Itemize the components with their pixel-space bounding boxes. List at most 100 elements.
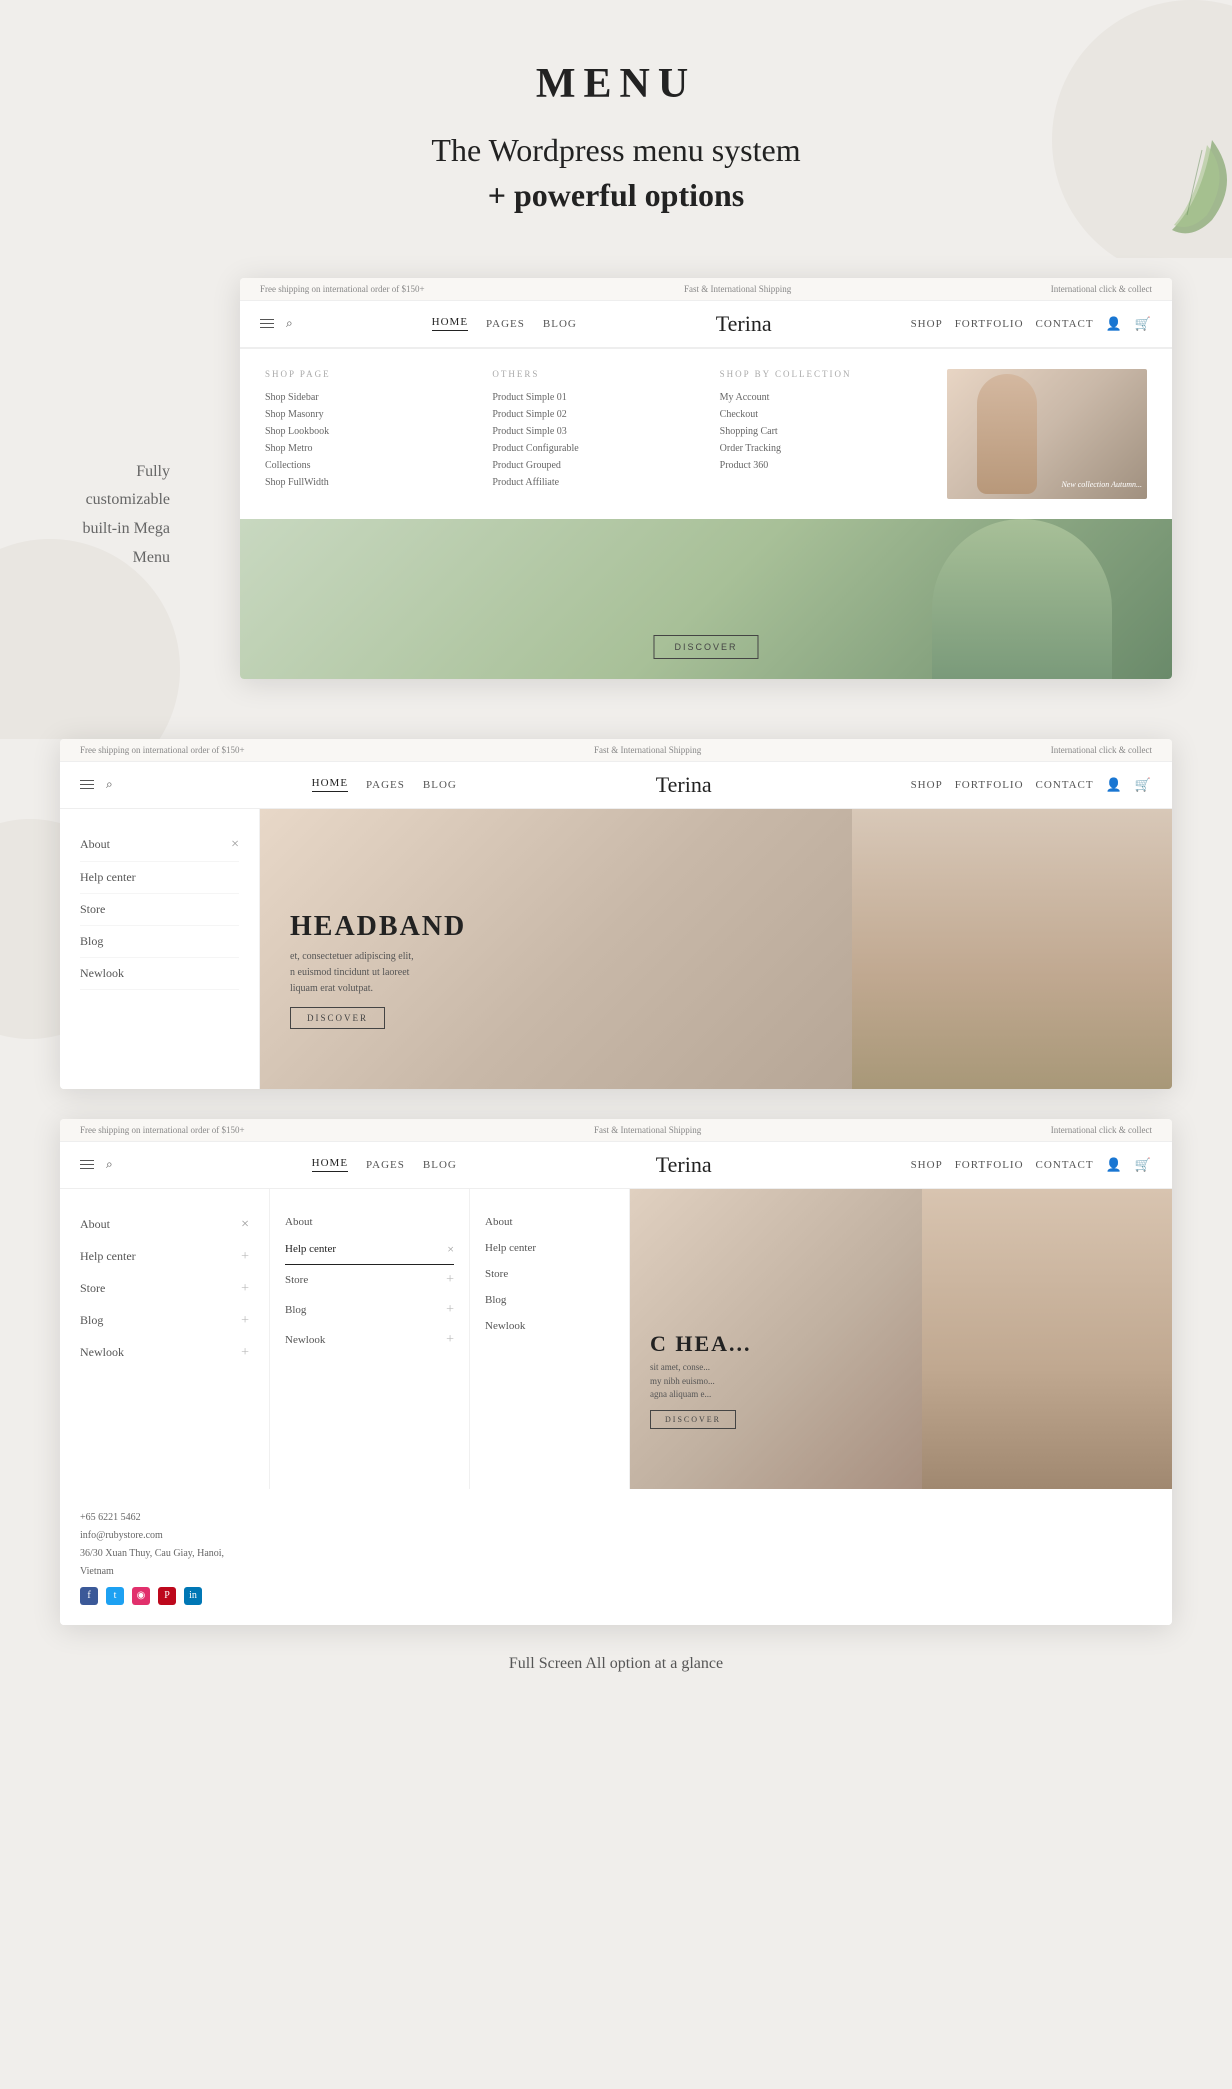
nav-right-2: SHOP FORTFOLIO CONTACT 👤 🛒: [911, 777, 1152, 793]
hamburger-icon-1[interactable]: [260, 319, 274, 328]
sidebar-helpcenter[interactable]: Help center: [80, 862, 239, 894]
user-icon-3[interactable]: 👤: [1106, 1157, 1123, 1173]
cart-icon-1[interactable]: 🛒: [1135, 316, 1152, 332]
nav-contact-3[interactable]: CONTACT: [1036, 1159, 1094, 1171]
fs-newlook-1[interactable]: Newlook +: [80, 1337, 249, 1369]
search-icon-1[interactable]: ⌕: [286, 316, 293, 331]
fs-helpcenter-1[interactable]: Help center +: [80, 1241, 249, 1273]
search-icon-3[interactable]: ⌕: [106, 1157, 113, 1172]
nav-left-1: ⌕: [260, 316, 293, 331]
discover-btn-2[interactable]: DISCOVER: [290, 1007, 385, 1029]
close-fs-btn[interactable]: ×: [241, 1217, 249, 1233]
fullscreen-section: Free shipping on international order of …: [0, 1099, 1232, 1625]
navbar-1: ⌕ HOME PAGES BLOG Terina SHOP FORTFOLIO …: [240, 301, 1172, 348]
fs-about-1[interactable]: About ×: [80, 1209, 249, 1241]
nav-blog-3[interactable]: BLOG: [423, 1159, 457, 1171]
mega-menu-section: Fully customizable built-in Mega Menu Fr…: [0, 258, 1232, 739]
pinterest-icon-1[interactable]: P: [158, 1587, 176, 1605]
social-icons-1: f t ◉ P in: [80, 1587, 250, 1605]
nav-links-1: HOME PAGES BLOG: [432, 316, 577, 331]
fs-blog-2[interactable]: Blog +: [285, 1295, 454, 1325]
fs-store-3[interactable]: Store: [485, 1261, 614, 1287]
nav-portfolio-2[interactable]: FORTFOLIO: [955, 779, 1024, 791]
person-shape-1: [977, 374, 1037, 494]
search-icon-2[interactable]: ⌕: [106, 777, 113, 792]
hero-section: MENU The Wordpress menu system + powerfu…: [0, 0, 1232, 258]
collapse-helpcenter-2[interactable]: ×: [447, 1242, 454, 1257]
sidebar-newlook[interactable]: Newlook: [80, 958, 239, 990]
contact-phone-1: +65 6221 5462: [80, 1509, 250, 1527]
sidebar-store[interactable]: Store: [80, 894, 239, 926]
nav-blog-1[interactable]: BLOG: [543, 318, 577, 330]
expand-store-2[interactable]: +: [446, 1272, 454, 1288]
nav-contact-1[interactable]: CONTACT: [1036, 318, 1094, 330]
fs-store-1[interactable]: Store +: [80, 1273, 249, 1305]
browser-mockup-3: Free shipping on international order of …: [60, 1119, 1172, 1625]
hero-subtitle: The Wordpress menu system + powerful opt…: [20, 128, 1212, 218]
fs-store-2[interactable]: Store +: [285, 1265, 454, 1295]
nav-shop-2[interactable]: SHOP: [911, 779, 943, 791]
fs-blog-3[interactable]: Blog: [485, 1287, 614, 1313]
fs-sidebar-col1: About × Help center + Store + Blog +: [60, 1189, 270, 1489]
discover-btn-1[interactable]: DISCOVER: [653, 635, 758, 659]
fs-hero-text: C HEA... sit amet, conse... my nibh euis…: [650, 1331, 752, 1429]
nav-right-3: SHOP FORTFOLIO CONTACT 👤 🛒: [911, 1157, 1152, 1173]
fs-helpcenter-2[interactable]: Help center ×: [285, 1235, 454, 1265]
sidebar-about[interactable]: About ×: [80, 829, 239, 862]
big-hero-text: HEADBAND et, consectetuer adipiscing eli…: [290, 911, 466, 1029]
nav-portfolio-3[interactable]: FORTFOLIO: [955, 1159, 1024, 1171]
fs-newlook-2[interactable]: Newlook +: [285, 1325, 454, 1355]
page-title: MENU: [20, 60, 1212, 108]
instagram-icon-1[interactable]: ◉: [132, 1587, 150, 1605]
big-hero-2: HEADBAND et, consectetuer adipiscing eli…: [260, 809, 1172, 1089]
bottom-caption: Full Screen All option at a glance: [0, 1625, 1232, 1713]
nav-blog-2[interactable]: BLOG: [423, 779, 457, 791]
leaf-deco: [1152, 140, 1232, 265]
hamburger-icon-2[interactable]: [80, 780, 94, 789]
facebook-icon-1[interactable]: f: [80, 1587, 98, 1605]
nav-contact-2[interactable]: CONTACT: [1036, 779, 1094, 791]
user-icon-2[interactable]: 👤: [1106, 777, 1123, 793]
expand-newlook-1[interactable]: +: [241, 1345, 249, 1361]
nav-pages-3[interactable]: PAGES: [366, 1159, 405, 1171]
contact-address-1: 36/30 Xuan Thuy, Cau Giay, Hanoi, Vietna…: [80, 1545, 250, 1581]
discover-btn-3[interactable]: DISCOVER: [650, 1410, 736, 1429]
nav-home-2[interactable]: HOME: [312, 777, 348, 792]
nav-home-3[interactable]: HOME: [312, 1157, 348, 1172]
expand-helpcenter-1[interactable]: +: [241, 1249, 249, 1265]
hamburger-icon-3[interactable]: [80, 1160, 94, 1169]
user-icon-1[interactable]: 👤: [1106, 316, 1123, 332]
topbar-1: Free shipping on international order of …: [240, 278, 1172, 301]
expand-blog-2[interactable]: +: [446, 1302, 454, 1318]
fs-sidebar-col2: About Help center × Store + Blog +: [270, 1189, 470, 1489]
twitter-icon-1[interactable]: t: [106, 1587, 124, 1605]
fs-newlook-3[interactable]: Newlook: [485, 1313, 614, 1339]
cart-icon-2[interactable]: 🛒: [1135, 777, 1152, 793]
nav-pages-1[interactable]: PAGES: [486, 318, 525, 330]
nav-shop-3[interactable]: SHOP: [911, 1159, 943, 1171]
fs-blog-1[interactable]: Blog +: [80, 1305, 249, 1337]
contact-info-main: [470, 1489, 1172, 1625]
fs-helpcenter-3[interactable]: Help center: [485, 1235, 614, 1261]
fs-about-2[interactable]: About: [285, 1209, 454, 1235]
brand-logo-1: Terina: [716, 311, 772, 337]
mega-col-others: OTHERS Product Simple 01 Product Simple …: [492, 369, 689, 499]
fs-about-3[interactable]: About: [485, 1209, 614, 1235]
expand-newlook-2[interactable]: +: [446, 1332, 454, 1348]
nav-shop-1[interactable]: SHOP: [911, 318, 943, 330]
nav-home-1[interactable]: HOME: [432, 316, 468, 331]
topbar-3: Free shipping on international order of …: [60, 1119, 1172, 1142]
nav-right-1: SHOP FORTFOLIO CONTACT 👤 🛒: [911, 316, 1152, 332]
linkedin-icon-1[interactable]: in: [184, 1587, 202, 1605]
hero-person-1: [932, 519, 1112, 679]
main-content-2: HEADBAND et, consectetuer adipiscing eli…: [260, 809, 1172, 1089]
sidebar-blog[interactable]: Blog: [80, 926, 239, 958]
nav-links-3: HOME PAGES BLOG: [312, 1157, 457, 1172]
nav-portfolio-1[interactable]: FORTFOLIO: [955, 318, 1024, 330]
close-sidebar-btn[interactable]: ×: [231, 837, 239, 853]
nav-pages-2[interactable]: PAGES: [366, 779, 405, 791]
sidebar-panel-2: About × Help center Store Blog Newlook: [60, 809, 260, 1089]
cart-icon-3[interactable]: 🛒: [1135, 1157, 1152, 1173]
expand-store-1[interactable]: +: [241, 1281, 249, 1297]
expand-blog-1[interactable]: +: [241, 1313, 249, 1329]
